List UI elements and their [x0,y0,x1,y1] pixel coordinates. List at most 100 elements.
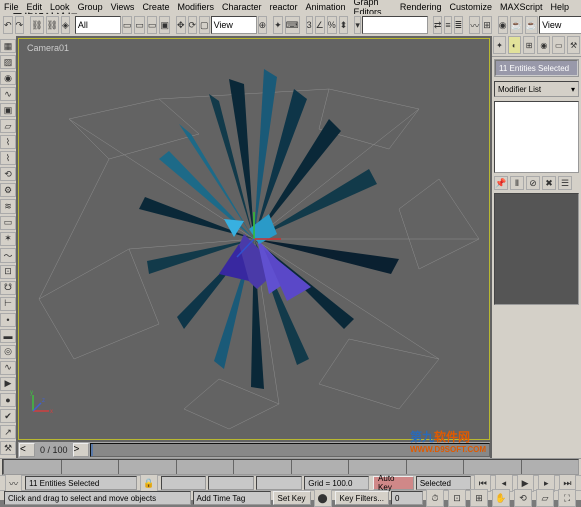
keymode-button[interactable]: ⌨ [285,16,300,34]
menu-animation[interactable]: Animation [306,2,346,12]
track-bar[interactable] [2,459,579,475]
hierarchy-tab[interactable]: ⊞ [523,36,536,54]
menu-look[interactable]: Look [50,2,70,12]
link-button[interactable]: ⛓ [30,16,43,34]
auto-key-button[interactable]: Auto Key [373,476,414,490]
next-frame-button[interactable]: > [73,443,89,457]
quick-render-button[interactable]: ☕ [525,16,538,34]
menu-group[interactable]: Group [78,2,103,12]
transform-z[interactable] [256,476,302,490]
zoom-ext-all-button[interactable]: ⊞ [470,489,488,507]
arc-rotate-button[interactable]: ⟲ [514,489,532,507]
min-max-button[interactable]: ⛶ [558,489,576,507]
menu-file[interactable]: File [4,2,19,12]
water-icon[interactable]: 〜 [0,248,16,263]
layers-button[interactable]: ≣ [454,16,464,34]
export-icon[interactable]: ↗ [0,425,16,439]
menu-views[interactable]: Views [111,2,135,12]
point-path-icon[interactable]: ∿ [0,361,16,375]
set-key-button[interactable]: Set Key [273,491,311,505]
align-button[interactable]: ≡ [444,16,451,34]
transform-y[interactable] [208,476,254,490]
preview-anim-icon[interactable]: ▶ [0,377,16,391]
prismatic-icon[interactable]: ▬ [0,329,16,343]
key-mode-dropdown[interactable]: Selected [416,476,471,490]
pin-stack-button[interactable]: 📌 [494,176,508,190]
bind-button[interactable]: ◈ [61,16,70,34]
angle-snap-button[interactable]: ∠ [315,16,325,34]
time-slider-track[interactable] [90,443,490,457]
wind-icon[interactable]: ≋ [0,199,16,213]
named-sel-button[interactable]: ▾ [354,16,361,34]
toy-car-icon[interactable]: ▭ [0,216,16,230]
display-tab[interactable]: ▭ [552,36,565,54]
material-editor-button[interactable]: ◉ [498,16,508,34]
undo-button[interactable]: ↶ [3,16,13,34]
current-frame-field[interactable]: 0 [391,491,423,505]
named-sel-dropdown[interactable] [362,16,428,34]
curve-editor-button[interactable]: 〰 [469,16,480,34]
modifier-stack[interactable] [494,101,579,173]
mirror-button[interactable]: ⇄ [433,16,443,34]
menu-reactor[interactable]: reactor [269,2,297,12]
plane-icon[interactable]: ▱ [0,119,16,133]
redo-button[interactable]: ↷ [15,16,25,34]
motion-tab[interactable]: ◉ [537,36,550,54]
l-dashpot-icon[interactable]: ⌇ [0,151,16,165]
analyze-icon[interactable]: ✔ [0,409,16,423]
selection-filter-dropdown[interactable]: All [75,16,121,34]
menu-rendering[interactable]: Rendering [400,2,442,12]
point-point-icon[interactable]: • [0,313,16,327]
car-wheel-icon[interactable]: ◎ [0,345,16,359]
zoom-ext-button[interactable]: ⊡ [448,489,466,507]
cloth-icon[interactable]: ▨ [0,55,16,69]
render-scene-button[interactable]: ☕ [510,16,523,34]
lock-selection-button[interactable]: 🔒 [140,474,157,492]
transform-x[interactable] [161,476,207,490]
window-crossing-button[interactable]: ▣ [159,16,170,34]
menu-maxscript[interactable]: MAXScript [500,2,543,12]
remove-mod-button[interactable]: ✖ [542,176,556,190]
utilities-icon[interactable]: ⚒ [0,441,16,455]
show-result-button[interactable]: Ⅱ [510,176,524,190]
rag-doll-icon[interactable]: ☋ [0,281,16,295]
spring-icon[interactable]: ⌇ [0,135,16,149]
render-preset-dropdown[interactable]: View [539,16,581,34]
menu-edit[interactable]: Edit [27,2,43,12]
time-config-button[interactable]: ⏱ [426,489,444,507]
select-button[interactable]: ▭ [122,16,133,34]
pivot-button[interactable]: ⊕ [258,16,268,34]
menu-create[interactable]: Create [142,2,169,12]
create-tab[interactable]: ✦ [493,36,506,54]
a-dashpot-icon[interactable]: ⟲ [0,167,16,181]
select-name-button[interactable]: ▭ [134,16,145,34]
motor-icon[interactable]: ⚙ [0,183,16,197]
menu-character[interactable]: Character [222,2,262,12]
snap-toggle-button[interactable]: 3 [306,16,313,34]
camera-viewport[interactable]: Camera01 [18,38,490,440]
time-tag[interactable]: Add Time Tag [193,491,271,505]
fracture-icon[interactable]: ✶ [0,232,16,246]
scale-button[interactable]: ▢ [199,16,210,34]
menu-modifiers[interactable]: Modifiers [177,2,214,12]
prev-frame-button[interactable]: < [19,443,35,457]
fov-button[interactable]: ▱ [536,489,554,507]
percent-snap-button[interactable]: % [327,16,337,34]
set-key-large-button[interactable]: ⬤ [314,489,332,507]
hinge-icon[interactable]: ⊢ [0,297,16,311]
create-anim-icon[interactable]: ● [0,393,16,407]
move-button[interactable]: ✥ [176,16,186,34]
menu-customize[interactable]: Customize [449,2,492,12]
unique-button[interactable]: ⊘ [526,176,540,190]
constraint-solver-icon[interactable]: ⊡ [0,265,16,279]
select-region-button[interactable]: ▭ [147,16,158,34]
modifier-list-dropdown[interactable]: Modifier List▾ [494,81,579,97]
modify-tab[interactable]: ◐ [508,36,521,54]
soft-body-icon[interactable]: ◉ [0,71,16,85]
schematic-button[interactable]: ⊞ [482,16,492,34]
rotate-button[interactable]: ⟳ [188,16,198,34]
mini-curve-button[interactable]: 〰 [5,474,22,492]
ref-coord-dropdown[interactable]: View [211,16,257,34]
utilities-tab[interactable]: ⚒ [567,36,580,54]
deforming-mesh-icon[interactable]: ▣ [0,103,16,117]
